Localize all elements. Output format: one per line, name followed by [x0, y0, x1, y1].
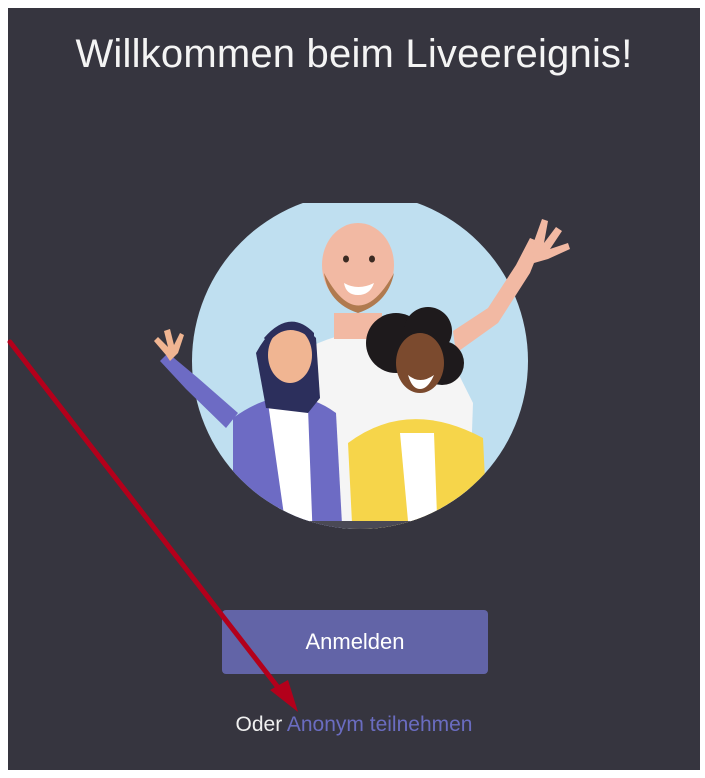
anonymous-join-line: Oder Anonym teilnehmen — [8, 713, 700, 737]
page-title: Willkommen beim Liveereignis! — [75, 32, 633, 76]
alt-prefix-text: Oder — [235, 713, 283, 736]
signin-button[interactable]: Anmelden — [222, 610, 488, 674]
live-event-welcome-panel: Willkommen beim Liveereignis! Anmelden O… — [8, 8, 700, 770]
people-waving-illustration — [154, 203, 570, 529]
join-anonymously-link[interactable]: Anonym teilnehmen — [287, 713, 473, 736]
